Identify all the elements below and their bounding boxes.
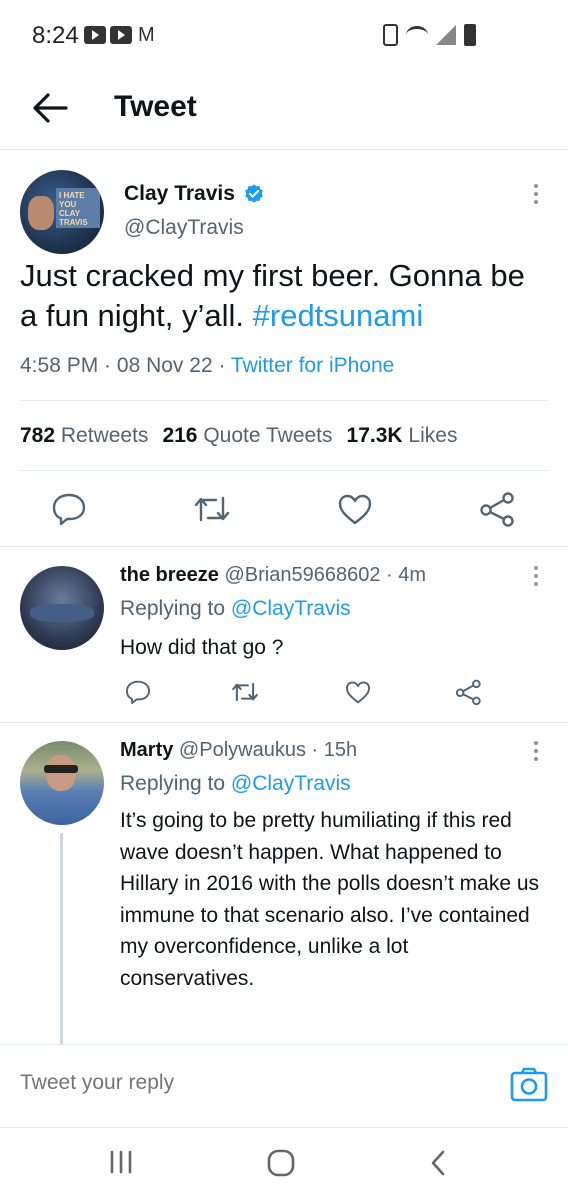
reply-header: Marty @Polywaukus · 15h bbox=[120, 739, 357, 762]
android-nav-bar bbox=[0, 1128, 568, 1200]
replying-prefix: Replying to bbox=[120, 772, 231, 795]
reply-author-name[interactable]: Marty bbox=[120, 739, 173, 761]
reply-header: the breeze @Brian59668602 · 4m bbox=[120, 564, 426, 587]
avatar[interactable]: I HATE YOU CLAY TRAVIS bbox=[20, 170, 104, 254]
replying-to: Replying to @ClayTravis bbox=[120, 772, 351, 796]
likes-stat[interactable]: 17.3K Likes bbox=[347, 424, 458, 447]
avatar-sunglasses bbox=[44, 765, 78, 773]
avatar[interactable] bbox=[20, 566, 104, 650]
wifi-icon bbox=[406, 26, 428, 44]
reply-compose-bar bbox=[0, 1044, 568, 1128]
reply-author-handle[interactable]: @Brian59668602 bbox=[225, 564, 381, 586]
reply-tweet[interactable]: Marty @Polywaukus · 15h Replying to @Cla… bbox=[0, 723, 568, 1044]
retweet-icon[interactable] bbox=[230, 678, 260, 706]
reply-actions bbox=[120, 678, 540, 708]
reply-time: · 15h bbox=[305, 739, 358, 761]
retweets-stat[interactable]: 782 Retweets bbox=[20, 424, 148, 447]
reply-tweet[interactable]: the breeze @Brian59668602 · 4m Replying … bbox=[0, 548, 568, 722]
likes-count: 17.3K bbox=[346, 424, 403, 447]
avatar[interactable] bbox=[20, 741, 104, 825]
notification-icons: M bbox=[84, 24, 155, 46]
gmail-notification-icon: M bbox=[138, 24, 155, 46]
tweet-source-link[interactable]: Twitter for iPhone bbox=[231, 354, 394, 377]
battery-saver-icon bbox=[383, 24, 398, 46]
meta-separator: · bbox=[212, 354, 231, 377]
tweet-text: Just cracked my first beer. Gonna be a f… bbox=[20, 256, 550, 336]
reply-author-name[interactable]: the breeze bbox=[120, 564, 219, 586]
reply-text: How did that go ? bbox=[120, 636, 284, 659]
signal-icon bbox=[436, 25, 456, 45]
mention-link[interactable]: @ClayTravis bbox=[231, 772, 351, 795]
reply-time: · 4m bbox=[380, 564, 427, 586]
replying-to: Replying to @ClayTravis bbox=[120, 597, 351, 621]
like-icon[interactable] bbox=[336, 490, 374, 528]
more-options-icon[interactable] bbox=[534, 184, 540, 208]
author-name[interactable]: Clay Travis bbox=[124, 182, 235, 206]
avatar-sign: I HATE YOU CLAY TRAVIS bbox=[56, 188, 100, 228]
tweet-actions bbox=[0, 490, 568, 530]
share-icon[interactable] bbox=[454, 678, 484, 706]
hashtag-link[interactable]: #redtsunami bbox=[253, 298, 424, 333]
system-icons bbox=[383, 24, 476, 46]
camera-icon[interactable] bbox=[510, 1067, 548, 1103]
tweet-stats: 782 Retweets 216 Quote Tweets 17.3K Likes bbox=[20, 424, 457, 448]
more-options-icon[interactable] bbox=[534, 741, 540, 765]
meta-separator: · bbox=[98, 354, 117, 377]
avatar-face bbox=[46, 755, 76, 791]
avatar-face bbox=[28, 196, 54, 230]
top-bar: Tweet bbox=[0, 70, 568, 150]
quotes-stat[interactable]: 216 Quote Tweets bbox=[162, 424, 332, 447]
like-icon[interactable] bbox=[344, 678, 372, 706]
reply-input[interactable] bbox=[20, 1071, 460, 1095]
reply-text: It’s going to be pretty humiliating if t… bbox=[120, 809, 540, 990]
home-icon[interactable] bbox=[266, 1148, 296, 1178]
status-time: 8:24 bbox=[32, 22, 79, 49]
retweets-count: 782 bbox=[20, 424, 56, 447]
thread-line bbox=[60, 833, 63, 1044]
author-handle[interactable]: @ClayTravis bbox=[124, 216, 244, 240]
divider bbox=[20, 400, 548, 401]
divider bbox=[0, 546, 568, 547]
recent-apps-icon[interactable] bbox=[106, 1148, 136, 1176]
tweet-date: 08 Nov 22 bbox=[116, 354, 213, 377]
youtube-notification-icon bbox=[110, 26, 132, 44]
reply-icon[interactable] bbox=[50, 490, 88, 528]
back-arrow-icon[interactable] bbox=[30, 90, 70, 126]
reply-icon[interactable] bbox=[124, 678, 152, 706]
back-icon[interactable] bbox=[428, 1148, 448, 1178]
status-bar: 8:24 M bbox=[0, 0, 568, 70]
likes-label: Likes bbox=[408, 424, 458, 447]
youtube-notification-icon bbox=[84, 26, 106, 44]
avatar-detail bbox=[30, 604, 94, 622]
battery-icon bbox=[464, 24, 476, 46]
divider bbox=[20, 470, 548, 471]
reply-author-handle[interactable]: @Polywaukus bbox=[179, 739, 306, 761]
retweets-label: Retweets bbox=[60, 424, 149, 447]
quotes-label: Quote Tweets bbox=[203, 424, 333, 447]
quotes-count: 216 bbox=[162, 424, 198, 447]
author-row: Clay Travis bbox=[124, 182, 265, 206]
page-title: Tweet bbox=[114, 90, 197, 123]
mention-link[interactable]: @ClayTravis bbox=[231, 597, 351, 620]
replying-prefix: Replying to bbox=[120, 597, 231, 620]
share-icon[interactable] bbox=[478, 490, 518, 528]
tweet-time: 4:58 PM bbox=[20, 354, 99, 377]
tweet-meta: 4:58 PM · 08 Nov 22 · Twitter for iPhone bbox=[20, 354, 394, 378]
verified-badge-icon bbox=[245, 184, 263, 203]
more-options-icon[interactable] bbox=[534, 566, 540, 590]
retweet-icon[interactable] bbox=[192, 490, 232, 528]
